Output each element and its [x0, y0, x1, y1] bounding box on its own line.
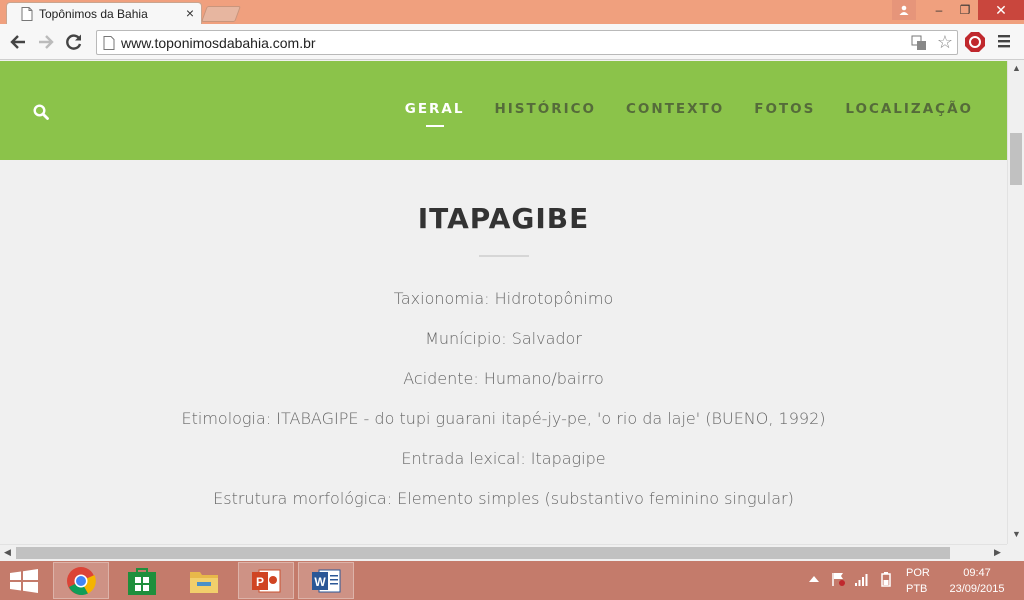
- back-button[interactable]: [6, 30, 30, 54]
- morphology-line: Estrutura morfológica: Elemento simples …: [213, 489, 794, 508]
- taskbar-store[interactable]: [114, 562, 170, 599]
- menu-icon[interactable]: [996, 33, 1012, 49]
- site-header: GERAL HISTÓRICO CONTEXTO FOTOS LOCALIZAÇ…: [0, 61, 1007, 160]
- taskbar-file-explorer[interactable]: [176, 562, 232, 599]
- taskbar-word[interactable]: W: [298, 562, 354, 599]
- input-language-indicator[interactable]: POR PTB: [906, 565, 930, 597]
- chrome-icon: [67, 566, 96, 595]
- page-viewport: GERAL HISTÓRICO CONTEXTO FOTOS LOCALIZAÇ…: [0, 61, 1007, 544]
- taskbar-powerpoint[interactable]: P: [238, 562, 294, 599]
- nav-item-historico[interactable]: HISTÓRICO: [494, 101, 596, 117]
- arrow-right-icon: [39, 35, 54, 49]
- scroll-corner: [1007, 544, 1024, 561]
- taskbar: P W POR PTB 09:47 23/09/2015: [0, 561, 1024, 600]
- etymology-line: Etimologia: ITABAGIPE - do tupi guarani …: [181, 409, 826, 428]
- powerpoint-icon: P: [252, 569, 281, 592]
- arrow-left-icon: [10, 35, 25, 49]
- title-bar: Topônimos da Bahia × – ❐ ✕: [0, 0, 1024, 24]
- forward-button[interactable]: [34, 30, 58, 54]
- page-title: ITAPAGIBE: [417, 202, 590, 235]
- bookmark-star-icon[interactable]: ☆: [937, 32, 953, 53]
- url-text[interactable]: www.toponimosdabahia.com.br: [121, 35, 316, 51]
- municipality-line: Munícipio: Salvador: [425, 329, 582, 348]
- browser-toolbar: www.toponimosdabahia.com.br ☆: [0, 24, 1024, 60]
- close-window-button[interactable]: ✕: [978, 0, 1024, 20]
- store-icon: [128, 567, 156, 595]
- reload-button[interactable]: [62, 30, 86, 54]
- nav-item-geral[interactable]: GERAL: [405, 101, 465, 117]
- word-icon: W: [312, 569, 341, 592]
- vertical-scroll-thumb[interactable]: [1010, 133, 1022, 185]
- show-hidden-icons-icon[interactable]: [806, 571, 822, 587]
- scroll-down-arrow-icon[interactable]: ▼: [1012, 529, 1021, 539]
- svg-text:W: W: [314, 575, 326, 589]
- title-divider: [478, 255, 529, 257]
- new-tab-button[interactable]: [201, 6, 241, 22]
- tab-title: Topônimos da Bahia: [39, 7, 148, 21]
- file-explorer-icon: [190, 571, 218, 593]
- nav-item-contexto[interactable]: CONTEXTO: [626, 101, 724, 117]
- nav-item-localizacao[interactable]: LOCALIZAÇÃO: [845, 101, 973, 117]
- restore-button[interactable]: ❐: [952, 0, 978, 20]
- taskbar-chrome[interactable]: [53, 562, 109, 599]
- action-center-flag-icon[interactable]: [830, 571, 846, 587]
- scroll-left-arrow-icon[interactable]: ◀: [4, 547, 11, 558]
- nav-item-fotos[interactable]: FOTOS: [754, 101, 815, 117]
- adblock-extension-icon[interactable]: [964, 31, 986, 53]
- taxonomy-line: Taxionomia: Hidrotopônimo: [393, 289, 614, 308]
- system-tray: [806, 571, 894, 587]
- user-profile-icon[interactable]: [892, 0, 916, 20]
- page-icon: [103, 36, 115, 50]
- windows-start-icon[interactable]: [8, 569, 40, 593]
- vertical-scrollbar[interactable]: ▲ ▼: [1007, 61, 1024, 544]
- browser-tab[interactable]: Topônimos da Bahia ×: [6, 2, 202, 24]
- clock-date: 23/09/2015: [949, 583, 1005, 595]
- lexical-entry-line: Entrada lexical: Itapagipe: [401, 449, 606, 468]
- clock[interactable]: 09:47 23/09/2015: [944, 565, 1010, 597]
- address-bar[interactable]: www.toponimosdabahia.com.br ☆: [96, 30, 958, 55]
- tab-close-icon[interactable]: ×: [183, 5, 197, 21]
- accident-line: Acidente: Humano/bairro: [403, 369, 604, 388]
- translate-icon[interactable]: [911, 35, 927, 51]
- reload-icon: [66, 34, 82, 50]
- main-nav: GERAL HISTÓRICO CONTEXTO FOTOS LOCALIZAÇ…: [375, 101, 973, 117]
- search-icon[interactable]: [33, 104, 49, 120]
- scroll-up-arrow-icon[interactable]: ▲: [1012, 63, 1021, 73]
- horizontal-scrollbar[interactable]: ◀ ▶: [0, 544, 1007, 561]
- page-icon: [21, 7, 33, 21]
- battery-icon[interactable]: [878, 571, 894, 587]
- main-content: ITAPAGIBE Taxionomia: Hidrotopônimo Muní…: [0, 160, 1007, 519]
- clock-time: 09:47: [963, 567, 991, 579]
- horizontal-scroll-thumb[interactable]: [16, 547, 950, 559]
- minimize-button[interactable]: –: [926, 0, 952, 20]
- svg-text:P: P: [256, 575, 264, 589]
- network-icon[interactable]: [854, 571, 870, 587]
- scroll-right-arrow-icon[interactable]: ▶: [994, 547, 1001, 558]
